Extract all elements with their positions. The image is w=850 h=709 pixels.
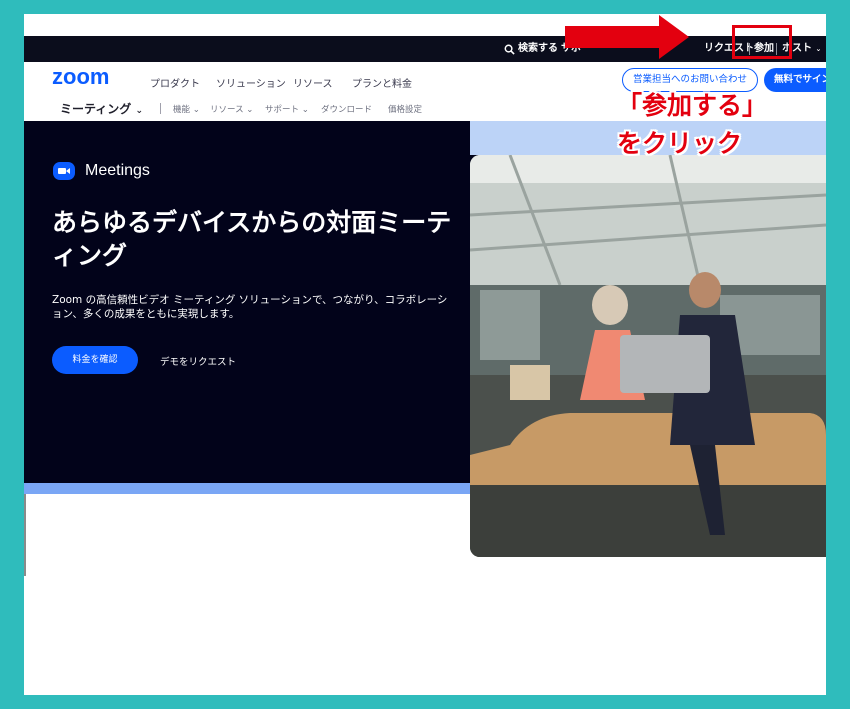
- office-meeting-image: [470, 155, 826, 557]
- annotation-text-line1: 「参加する」: [617, 91, 768, 120]
- meetings-badge: Meetings: [53, 162, 150, 180]
- signup-free-button[interactable]: 無料でサイン: [764, 68, 826, 92]
- subnav-title[interactable]: ミーティング ⌄: [60, 100, 143, 117]
- utility-bar: 検索する サポー リクエスト 参加 ホスト ⌄: [24, 36, 826, 62]
- meetings-label: Meetings: [85, 162, 150, 179]
- hero-title: あらゆるデバイスからの対面ミーティング: [52, 208, 452, 270]
- nav-plans-pricing[interactable]: プランと料金: [352, 75, 412, 90]
- page-edge: [24, 494, 26, 576]
- hero-accent-bar: [24, 483, 470, 494]
- subnav-support[interactable]: サポート ⌄: [265, 103, 309, 115]
- subnav-download[interactable]: ダウンロード: [321, 103, 372, 115]
- subnav-resources[interactable]: リソース ⌄: [210, 103, 253, 115]
- divider: [160, 103, 161, 114]
- hero-photo: [470, 155, 826, 557]
- nav-resources[interactable]: リソース: [293, 75, 333, 90]
- frame-edge: [826, 0, 850, 709]
- search-icon: [504, 44, 515, 55]
- search-link[interactable]: 検索する: [504, 36, 558, 62]
- nav-solutions[interactable]: ソリューション: [216, 75, 286, 90]
- annotation-highlight-box: [732, 25, 792, 59]
- chevron-down-icon: ⌄: [815, 45, 822, 53]
- video-camera-icon: [53, 162, 75, 180]
- hero-description: Zoom の高信頼性ビデオ ミーティング ソリューションで、つながり、コラボレー…: [52, 294, 448, 320]
- annotation-arrow: [565, 26, 661, 48]
- chevron-down-icon: ⌄: [135, 106, 144, 116]
- view-pricing-button[interactable]: 料金を確認: [52, 346, 138, 374]
- subnav-title-label: ミーティング: [60, 102, 132, 116]
- annotation-text-line2: をクリック: [617, 129, 743, 158]
- request-demo-link-hero[interactable]: デモをリクエスト: [160, 354, 236, 368]
- zoom-logo[interactable]: zoom: [52, 64, 109, 90]
- nav-products[interactable]: プロダクト: [150, 75, 200, 90]
- subnav-features[interactable]: 機能 ⌄: [173, 103, 200, 115]
- search-label: 検索する: [518, 43, 558, 54]
- subnav-pricing[interactable]: 価格設定: [388, 103, 422, 115]
- arrow-right-icon: [659, 15, 689, 59]
